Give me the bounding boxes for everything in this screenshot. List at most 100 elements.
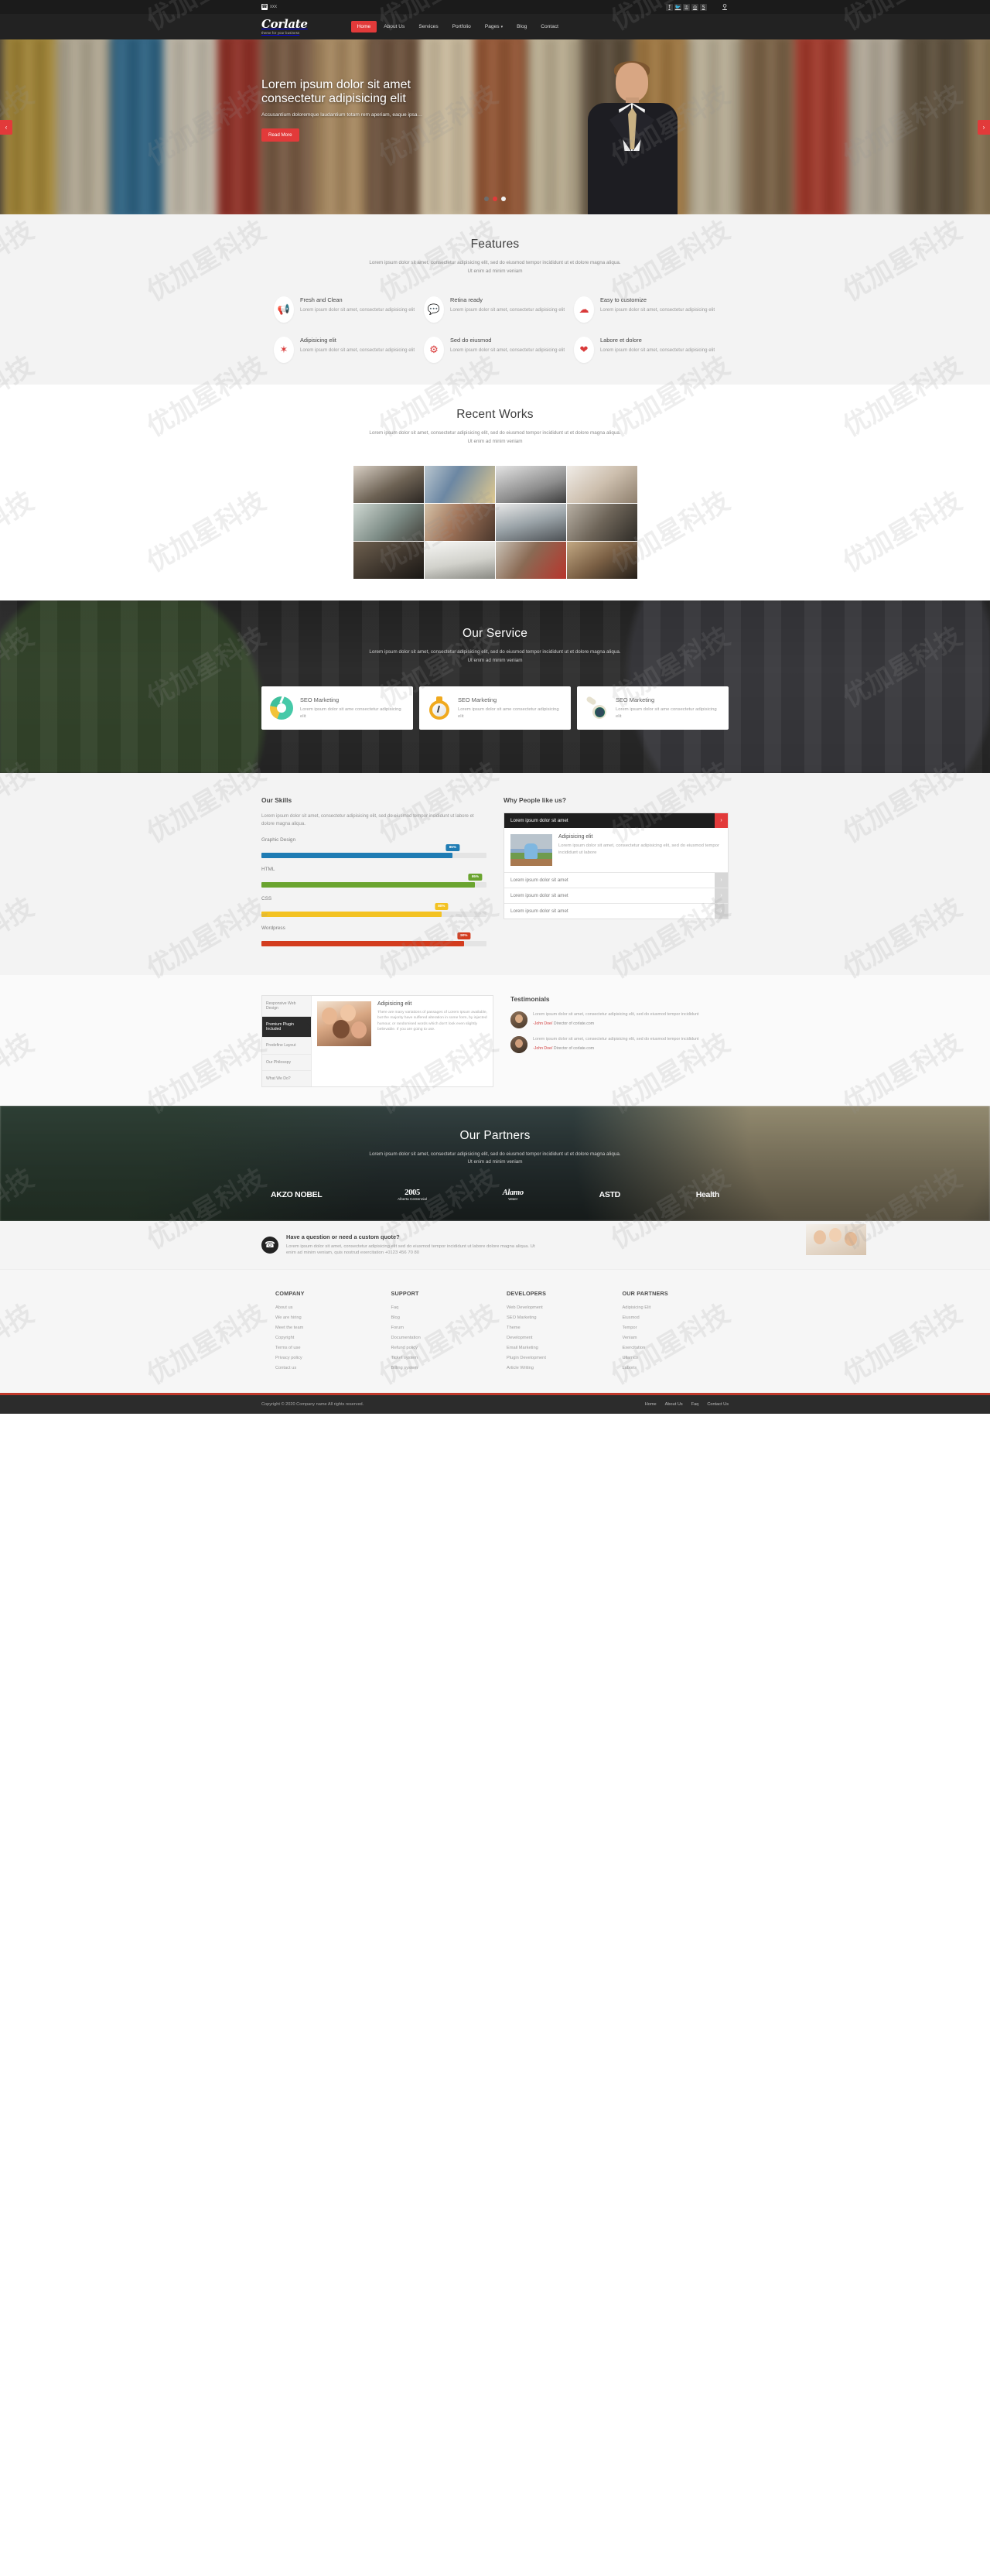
service-card[interactable]: SEO Marketing Lorem ipsum dolor sit ame … [261,686,413,730]
bottom-nav-faq[interactable]: Faq [691,1402,699,1407]
nav-item-about-us[interactable]: About Us [377,21,411,32]
service-card[interactable]: SEO Marketing Lorem ipsum dolor sit ame … [419,686,571,730]
work-thumb-hand-phone[interactable] [566,466,637,503]
footer-link[interactable]: Eiusmod [623,1315,729,1320]
work-thumb-man-working[interactable] [566,542,637,579]
why-people-like-us-block: Why People like us? Lorem ipsum dolor si… [504,796,729,955]
footer-link[interactable]: Web Development [507,1305,613,1310]
astd-logo: ASTD [599,1189,621,1199]
linkedin-icon[interactable]: in [683,3,690,11]
footer-link[interactable]: We are hiring [275,1315,382,1320]
skype-icon[interactable]: S [700,3,707,11]
accordion-item[interactable]: Lorem ipsum dolor sit amet › [504,904,728,919]
cloud-download-icon: ☁ [574,296,594,323]
nav-item-services[interactable]: Services [411,21,445,32]
footer-link[interactable]: Plugin Development [507,1356,613,1360]
search-icon[interactable]: ⚲ [721,3,729,11]
footer-link[interactable]: Development [507,1336,613,1340]
tab-our-philosopy[interactable]: Our Philosopy [262,1055,311,1071]
tab-what-we-do[interactable]: What We Do? [262,1071,311,1086]
footer-link[interactable]: Tempor [623,1326,729,1330]
our-service-section: Our Service Lorem ipsum dolor sit amet, … [0,600,990,774]
slider-next-button[interactable]: › [978,120,990,135]
work-thumb-office-desk[interactable] [495,504,566,541]
footer-link[interactable]: Forum [391,1326,498,1330]
testimonials-block: Testimonials Lorem ipsum dolor sit amet,… [510,995,729,1087]
hero-body: Accusantium doloremque laudantium totam … [261,112,423,118]
accordion-title: Lorem ipsum dolor sit amet [510,893,568,899]
features-section: Features Lorem ipsum dolor sit amet, con… [0,214,990,385]
logo-text: Corlate [261,17,308,31]
work-thumb-students-lab[interactable] [424,466,495,503]
hero-copy: Lorem ipsum dolor sit amet consectetur ad… [261,78,455,142]
service-card-body: Lorem ipsum dolor sit ame consectetur ad… [458,707,559,719]
footer-link[interactable]: Adipisicing Elit [623,1305,729,1310]
footer-link[interactable]: Terms of use [275,1346,382,1350]
work-thumb-hands-tablet[interactable] [353,466,424,503]
bottom-nav-home[interactable]: Home [645,1402,657,1407]
tab-image-happy-group [317,1001,371,1046]
features-heading: Features [470,238,520,251]
work-thumb-white-desk[interactable] [424,542,495,579]
hero-title: Lorem ipsum dolor sit amet consectetur ad… [261,78,411,105]
testimonial-avatar-2 [510,1036,527,1053]
work-thumb-team-meeting[interactable] [424,504,495,541]
footer-link[interactable]: Refund policy [391,1346,498,1350]
logo[interactable]: Corlate theme for your business [261,17,308,36]
hero-slider: Lorem ipsum dolor sit amet consectetur ad… [0,39,990,214]
tab-responsive-web-design[interactable]: Responsive Web Design [262,996,311,1018]
tab-predefine-layout[interactable]: Predefine Layout [262,1038,311,1055]
footer-column-developers: DEVELOPERS Web Development SEO Marketing… [507,1290,613,1376]
work-thumb-dark-desk[interactable] [353,542,424,579]
tab-premium-plugin-included[interactable]: Premium Plugin Included [262,1017,311,1038]
footer-link[interactable]: Privacy policy [275,1356,382,1360]
nav-item-pages[interactable]: Pages ▾ [478,21,510,32]
nav-item-home[interactable]: Home [350,21,377,32]
work-thumb-man-headache[interactable] [495,466,566,503]
bottom-nav-about-us[interactable]: About Us [665,1402,683,1407]
nav-item-contact[interactable]: Contact [534,21,565,32]
twitter-icon[interactable]: 🐦 [674,3,681,11]
footer-link[interactable]: Copyright [275,1336,382,1340]
accordion-item[interactable]: Lorem ipsum dolor sit amet › [504,888,728,905]
slider-prev-button[interactable]: ‹ [0,120,12,135]
slider-dot-2[interactable] [493,197,497,201]
service-card[interactable]: SEO Marketing Lorem ipsum dolor sit ame … [577,686,729,730]
footer-link[interactable]: Theme [507,1326,613,1330]
footer-link[interactable]: Email Marketing [507,1346,613,1350]
slider-dot-1[interactable] [484,197,489,201]
features-subtitle: Lorem ipsum dolor sit amet, consectetur … [369,260,621,274]
footer-link[interactable]: Faq [391,1305,498,1310]
work-thumb-woman-laptop[interactable] [353,504,424,541]
read-more-button[interactable]: Read More [261,128,299,142]
footer-link[interactable]: Ticket system [391,1356,498,1360]
work-thumb-red-shirt-team[interactable] [495,542,566,579]
footer-link[interactable]: Blog [391,1315,498,1320]
footer-link[interactable]: Exercitation [623,1346,729,1350]
footer-link[interactable]: Meet the team [275,1326,382,1330]
gears-icon: ⚙ [424,337,444,363]
footer-link[interactable]: Laboris [623,1366,729,1370]
footer-link[interactable]: Billing system [391,1366,498,1370]
footer-link[interactable]: Documentation [391,1336,498,1340]
accordion-item-open[interactable]: Lorem ipsum dolor sit amet › [504,813,728,829]
footer-link[interactable]: SEO Marketing [507,1315,613,1320]
facebook-icon[interactable]: f [666,3,673,11]
nav-item-blog[interactable]: Blog [510,21,534,32]
footer-link[interactable]: Veniam [623,1336,729,1340]
magnifier-icon [585,695,609,720]
partner-logos: AKZO NOBEL 2005 Alberta Centennial Alamo… [261,1189,729,1201]
footer-link[interactable]: Article Writing [507,1366,613,1370]
dribbble-icon[interactable]: ◎ [691,3,698,11]
footer-link[interactable]: About us [275,1305,382,1310]
footer-link[interactable]: Ullamco [623,1356,729,1360]
accordion-item[interactable]: Lorem ipsum dolor sit amet › [504,873,728,889]
cta-image-family [806,1223,866,1255]
nav-item-portfolio[interactable]: Portfolio [446,21,478,32]
slider-dot-3[interactable] [501,197,506,201]
bottom-nav-contact-us[interactable]: Contact Us [707,1402,729,1407]
testimonial-quote: Lorem ipsum dolor sit amet, consectetur … [533,1037,699,1042]
footer-link[interactable]: Contact us [275,1366,382,1370]
vertical-tabs: Responsive Web Design Premium Plugin Inc… [261,995,493,1087]
work-thumb-group-screen[interactable] [566,504,637,541]
